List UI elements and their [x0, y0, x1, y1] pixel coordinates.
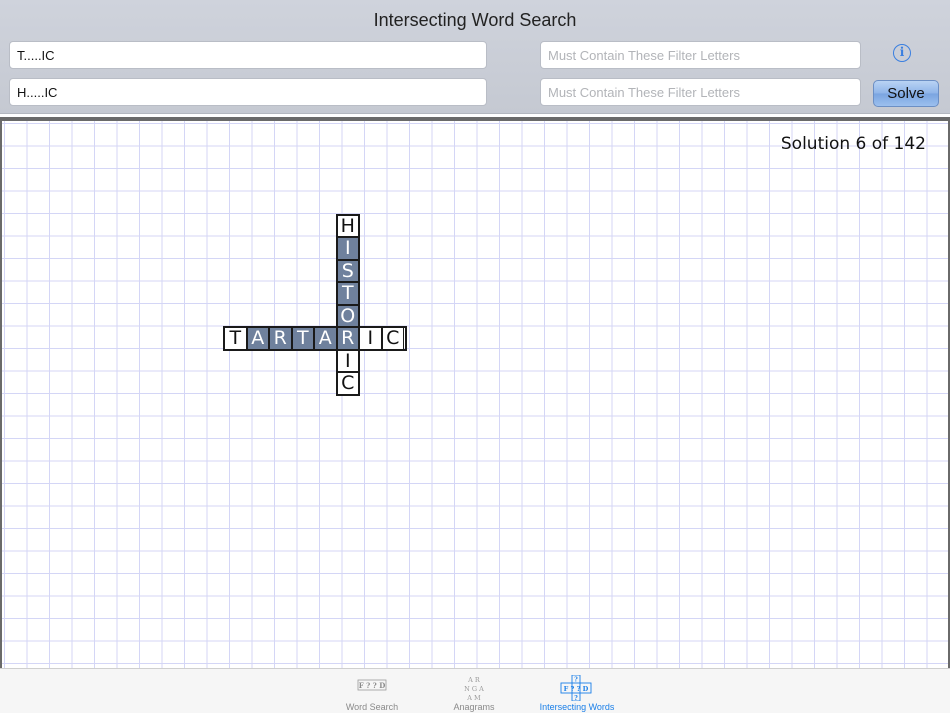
letter-tile: R	[269, 327, 292, 350]
letter-tile: O	[336, 304, 359, 327]
svg-text:?: ?	[574, 677, 578, 684]
second-word-pattern-input[interactable]	[9, 78, 487, 106]
letter-tile: T	[224, 327, 247, 350]
tab-anagrams[interactable]: A R N G A A M Anagrams	[429, 669, 519, 713]
letter-tile: I	[336, 349, 359, 372]
letter-tile: H	[336, 214, 359, 237]
svg-text:A M: A M	[466, 694, 481, 701]
intersection-letter-tile: R	[336, 327, 359, 350]
info-icon[interactable]: i	[893, 44, 911, 62]
graph-paper-board: Solution 6 of 142 T A R T A R I C H I S …	[0, 117, 950, 668]
first-word-pattern-input[interactable]	[9, 41, 487, 69]
anagrams-icon: A R N G A A M	[464, 676, 484, 701]
tab-label: Intersecting Words	[539, 702, 615, 712]
word-search-icon: F ? ? D	[357, 679, 387, 691]
letter-tile: A	[314, 327, 337, 350]
tab-label: Anagrams	[453, 702, 495, 712]
page-title: Intersecting Word Search	[373, 10, 577, 30]
svg-text:F ? ? D: F ? ? D	[564, 685, 589, 693]
svg-text:A R: A R	[467, 676, 481, 684]
svg-text:?: ?	[574, 695, 578, 701]
first-filter-letters-input[interactable]	[540, 41, 861, 69]
toolbar-header: Intersecting Word Search i Solve	[0, 0, 950, 114]
svg-text:N G A: N G A	[464, 685, 484, 693]
tab-bar: F ? ? D Word Search A R N G A A M Anagra…	[0, 668, 950, 713]
letter-tile: A	[246, 327, 269, 350]
letter-tile: I	[359, 327, 382, 350]
letter-tile: T	[336, 282, 359, 305]
letter-tile: C	[336, 372, 359, 395]
tab-label: Word Search	[345, 702, 399, 712]
letter-tile: C	[381, 327, 404, 350]
letter-tile: T	[291, 327, 314, 350]
letter-tile: S	[336, 259, 359, 282]
tab-word-search[interactable]: F ? ? D Word Search	[327, 669, 417, 713]
tab-intersecting-words[interactable]: ? F ? ? D ? Intersecting Words	[532, 669, 622, 713]
solve-button[interactable]: Solve	[873, 80, 939, 107]
letter-tile: I	[336, 237, 359, 260]
svg-text:F ? ? D: F ? ? D	[359, 681, 386, 690]
solution-counter: Solution 6 of 142	[780, 134, 926, 154]
intersecting-words-icon: ? F ? ? D ?	[560, 675, 592, 701]
second-filter-letters-input[interactable]	[540, 78, 861, 106]
